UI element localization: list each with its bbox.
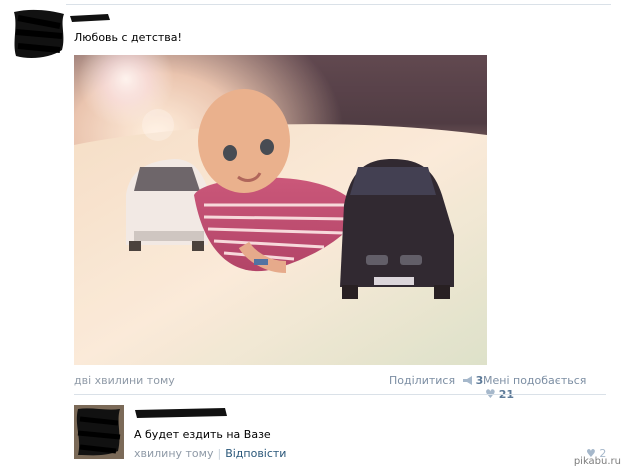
post-meta-row: дві хвилини тому Поділитися 3 Мені подоб… [74, 374, 606, 401]
share-button[interactable]: Поділитися 3 [389, 374, 483, 387]
comment-timestamp[interactable]: хвилину тому [134, 447, 213, 460]
commenter-name-censored[interactable] [133, 407, 229, 419]
post-text: Любовь с детства! [74, 31, 182, 44]
top-divider [66, 4, 611, 5]
megaphone-icon [462, 376, 472, 385]
watermark: pikabu.ru [573, 456, 621, 467]
author-name-censored[interactable] [68, 12, 112, 24]
comment-divider [74, 394, 606, 395]
comment-text: А будет ездить на Вазе [134, 428, 271, 441]
commenter-avatar-censored[interactable] [74, 405, 124, 459]
share-label: Поділитися [389, 374, 456, 387]
like-button[interactable]: Мені подобається ♥ 21 [483, 374, 606, 401]
post-photo[interactable] [74, 55, 487, 365]
reply-link[interactable]: Відповісти [225, 447, 286, 460]
author-avatar-censored[interactable] [10, 6, 68, 62]
post-timestamp[interactable]: дві хвилини тому [74, 374, 175, 387]
comment-meta: хвилину тому | Відповісти [134, 447, 286, 460]
like-label: Мені подобається [483, 374, 587, 387]
meta-separator: | [217, 447, 222, 460]
